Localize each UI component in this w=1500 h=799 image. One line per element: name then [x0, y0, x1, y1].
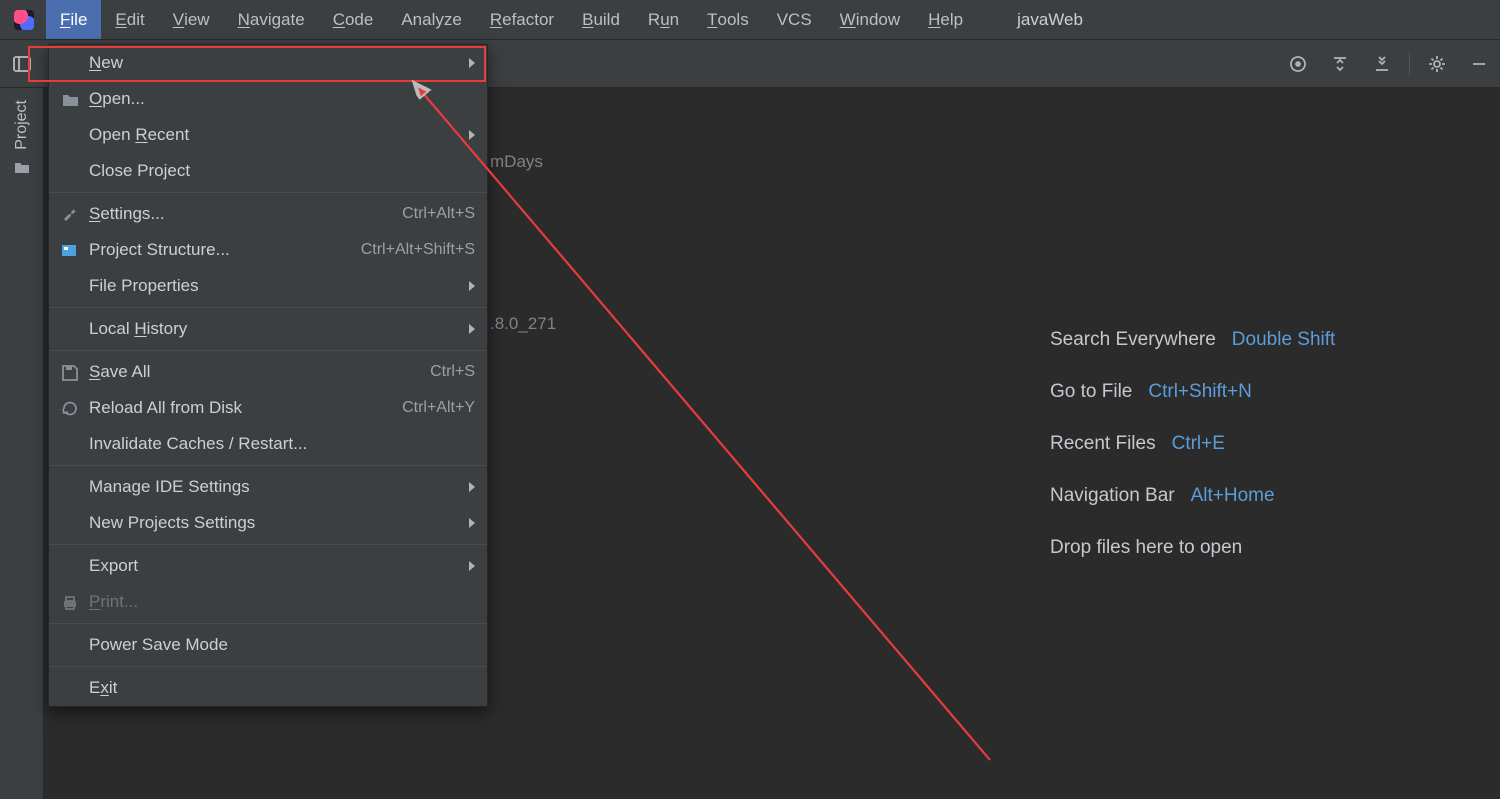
- menu-item-close-project[interactable]: Close Project: [49, 153, 487, 189]
- menu-navigate[interactable]: Navigate: [224, 0, 319, 39]
- menu-code[interactable]: Code: [319, 0, 388, 39]
- background-text: mDays: [490, 152, 543, 172]
- welcome-label: Drop files here to open: [1050, 537, 1242, 558]
- chevron-right-icon: [469, 130, 475, 140]
- menu-item-manage-ide-settings[interactable]: Manage IDE Settings: [49, 469, 487, 505]
- menu-item-open[interactable]: Open...: [49, 81, 487, 117]
- menu-item-project-structure[interactable]: Project Structure...Ctrl+Alt+Shift+S: [49, 232, 487, 268]
- menu-window[interactable]: Window: [826, 0, 914, 39]
- panel-layout-icon: [13, 55, 31, 73]
- chevron-right-icon: [469, 324, 475, 334]
- project-tool-tab[interactable]: Project: [13, 100, 31, 150]
- menu-item-label: Print...: [89, 592, 475, 612]
- left-tool-rail: Project: [0, 88, 44, 799]
- keyboard-shortcut: Double Shift: [1232, 329, 1336, 350]
- menu-item-reload-all-from-disk[interactable]: Reload All from DiskCtrl+Alt+Y: [49, 390, 487, 426]
- menu-analyze[interactable]: Analyze: [387, 0, 475, 39]
- print-icon: [57, 593, 81, 611]
- shortcut: Ctrl+Alt+Shift+S: [361, 241, 475, 259]
- menu-item-label: Invalidate Caches / Restart...: [89, 434, 475, 454]
- menu-help[interactable]: Help: [914, 0, 977, 39]
- menu-item-label: Project Structure...: [89, 240, 361, 260]
- chevron-right-icon: [469, 518, 475, 528]
- welcome-label: Recent Files: [1050, 433, 1156, 454]
- menu-item-new-projects-settings[interactable]: New Projects Settings: [49, 505, 487, 541]
- menu-build[interactable]: Build: [568, 0, 634, 39]
- shortcut: Ctrl+S: [430, 363, 475, 381]
- chevron-right-icon: [469, 281, 475, 291]
- chevron-right-icon: [469, 482, 475, 492]
- menu-item-power-save-mode[interactable]: Power Save Mode: [49, 627, 487, 663]
- keyboard-shortcut: Ctrl+Shift+N: [1148, 381, 1251, 402]
- menu-item-file-properties[interactable]: File Properties: [49, 268, 487, 304]
- menu-item-open-recent[interactable]: Open Recent: [49, 117, 487, 153]
- menu-item-label: Open...: [89, 89, 475, 109]
- menu-file[interactable]: File: [46, 0, 101, 39]
- welcome-search-everywhere: Search Everywhere Double Shift: [1050, 329, 1500, 351]
- menu-item-print: Print...: [49, 584, 487, 620]
- menu-item-label: Manage IDE Settings: [89, 477, 463, 497]
- menu-item-label: Open Recent: [89, 125, 463, 145]
- open-icon: [57, 90, 81, 108]
- chevron-right-icon: [469, 58, 475, 68]
- divider: [1409, 53, 1410, 75]
- menubar: FileEditViewNavigateCodeAnalyzeRefactorB…: [0, 0, 1500, 40]
- wrench-icon: [57, 205, 81, 223]
- menu-item-label: New Projects Settings: [89, 513, 463, 533]
- welcome-label: Go to File: [1050, 381, 1132, 402]
- welcome-label: Search Everywhere: [1050, 329, 1216, 350]
- menu-item-label: File Properties: [89, 276, 463, 296]
- menu-item-settings[interactable]: Settings...Ctrl+Alt+S: [49, 196, 487, 232]
- menu-vcs[interactable]: VCS: [763, 0, 826, 39]
- save-icon: [57, 363, 81, 381]
- background-text: .8.0_271: [490, 314, 556, 334]
- chevron-right-icon: [469, 561, 475, 571]
- menu-item-label: Local History: [89, 319, 463, 339]
- proj-icon: [57, 241, 81, 259]
- welcome-label: Navigation Bar: [1050, 485, 1175, 506]
- menu-item-label: Reload All from Disk: [89, 398, 402, 418]
- menu-item-label: Power Save Mode: [89, 635, 475, 655]
- keyboard-shortcut: Alt+Home: [1191, 485, 1275, 506]
- welcome-panel: Search Everywhere Double Shift Go to File C…: [1006, 88, 1500, 799]
- menu-tools[interactable]: Tools: [693, 0, 763, 39]
- menu-item-new[interactable]: New: [49, 45, 487, 81]
- gear-icon[interactable]: [1420, 47, 1454, 81]
- reload-icon: [57, 399, 81, 417]
- app-icon: [14, 10, 34, 30]
- welcome-go-to-file: Go to File Ctrl+Shift+N: [1050, 381, 1500, 403]
- menu-item-label: Export: [89, 556, 463, 576]
- menu-item-exit[interactable]: Exit: [49, 670, 487, 706]
- menu-item-label: Exit: [89, 678, 475, 698]
- menu-item-save-all[interactable]: Save AllCtrl+S: [49, 354, 487, 390]
- menu-edit[interactable]: Edit: [101, 0, 158, 39]
- collapse-all-icon[interactable]: [1365, 47, 1399, 81]
- shortcut: Ctrl+Alt+S: [402, 205, 475, 223]
- menu-refactor[interactable]: Refactor: [476, 0, 568, 39]
- menu-item-label: Close Project: [89, 161, 475, 181]
- menu-item-invalidate-caches-restart[interactable]: Invalidate Caches / Restart...: [49, 426, 487, 462]
- welcome-navigation-bar: Navigation Bar Alt+Home: [1050, 485, 1500, 507]
- menu-view[interactable]: View: [159, 0, 224, 39]
- menu-item-label: New: [89, 53, 463, 73]
- shortcut: Ctrl+Alt+Y: [402, 399, 475, 417]
- menu-item-label: Save All: [89, 362, 430, 382]
- menu-run[interactable]: Run: [634, 0, 693, 39]
- folder-icon[interactable]: [13, 158, 31, 181]
- menu-item-label: Settings...: [89, 204, 402, 224]
- file-menu-dropdown: New Open... Open Recent Close Project Settin…: [48, 44, 488, 707]
- hide-icon[interactable]: [1462, 47, 1496, 81]
- expand-all-icon[interactable]: [1323, 47, 1357, 81]
- select-opened-file-icon[interactable]: [1281, 47, 1315, 81]
- menu-item-local-history[interactable]: Local History: [49, 311, 487, 347]
- welcome-drop-files-here-to-open: Drop files here to open: [1050, 537, 1500, 559]
- welcome-recent-files: Recent Files Ctrl+E: [1050, 433, 1500, 455]
- menu-item-export[interactable]: Export: [49, 548, 487, 584]
- project-name: javaWeb: [1017, 10, 1083, 30]
- keyboard-shortcut: Ctrl+E: [1172, 433, 1225, 454]
